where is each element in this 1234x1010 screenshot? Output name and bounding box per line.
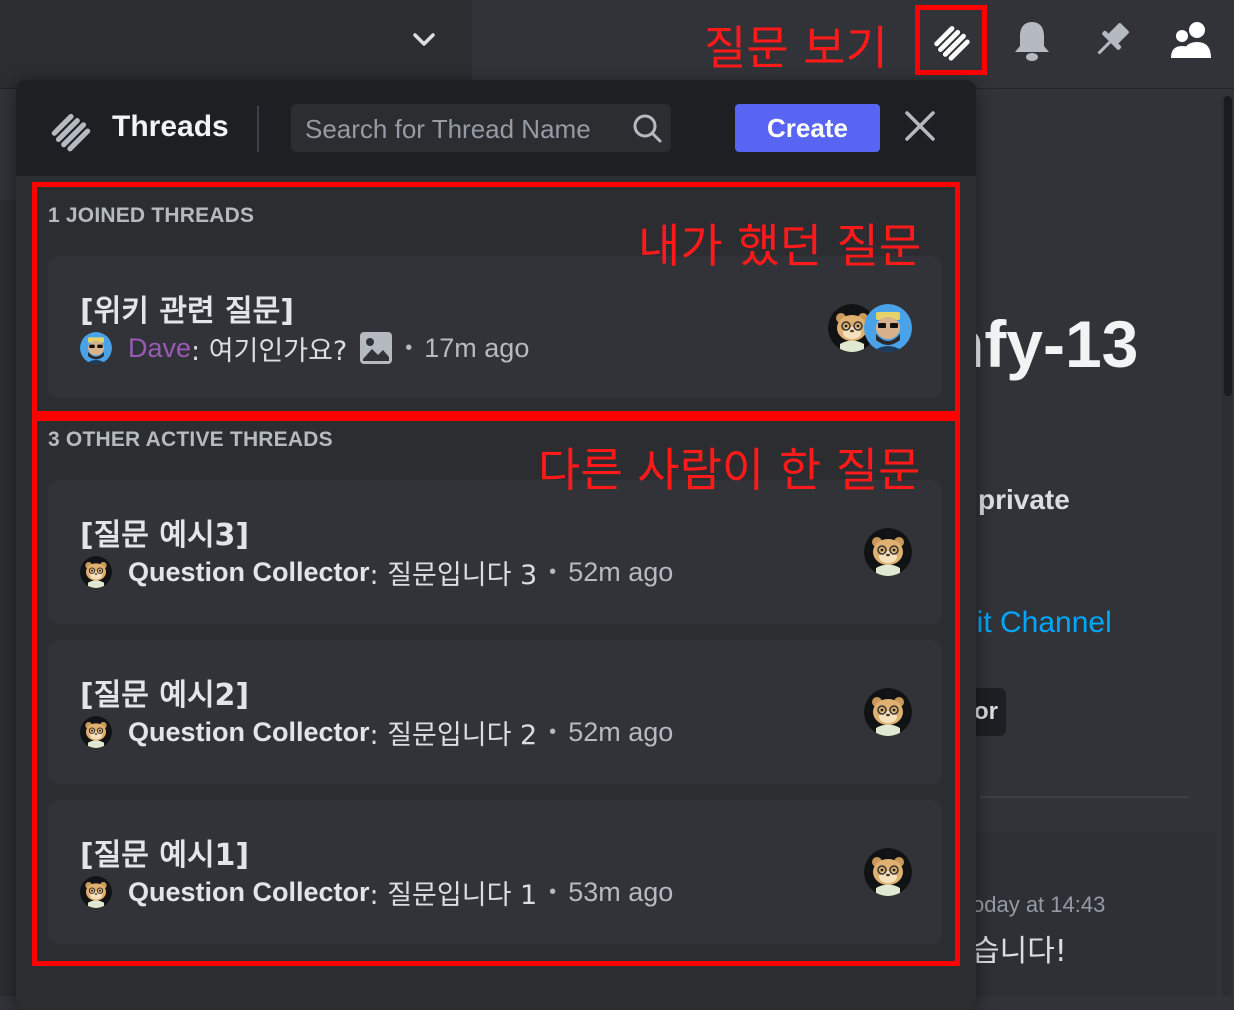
search-icon[interactable] [631, 112, 663, 144]
pinned-messages-button[interactable] [1086, 14, 1138, 66]
threads-title: Threads [112, 110, 229, 143]
header-divider [257, 106, 259, 152]
server-header [0, 0, 472, 89]
bell-icon [1015, 22, 1049, 61]
message-timestamp: oday at 14:43 [972, 892, 1106, 917]
thread-search-input[interactable] [303, 104, 627, 154]
channel-private-text: private [978, 484, 1070, 515]
threads-popup-header: Threads Create [16, 80, 976, 176]
thread-search-box [291, 104, 671, 154]
annotation-box-threads-button [915, 5, 987, 75]
edit-channel-link[interactable]: lit Channel [970, 606, 1112, 640]
members-icon [1171, 22, 1211, 58]
annotation-my-questions: 내가 했던 질문 [638, 219, 922, 273]
channel-list-edge [0, 200, 16, 996]
threads-icon [46, 104, 96, 154]
notification-button[interactable] [1006, 14, 1058, 66]
close-icon[interactable] [902, 108, 938, 144]
channel-tag-button-label: or [974, 698, 998, 725]
annotation-others-questions: 다른 사람이 한 질문 [538, 443, 921, 497]
channel-divider [980, 796, 1188, 798]
member-list-button[interactable] [1166, 14, 1218, 66]
pin-icon [1097, 23, 1129, 55]
message-content: 습니다! [972, 934, 1067, 969]
chevron-down-icon[interactable] [408, 24, 440, 56]
create-thread-button[interactable]: Create [735, 104, 880, 152]
scrollbar-thumb[interactable] [1224, 96, 1232, 396]
annotation-view-questions: 질문 보기 [704, 21, 888, 75]
